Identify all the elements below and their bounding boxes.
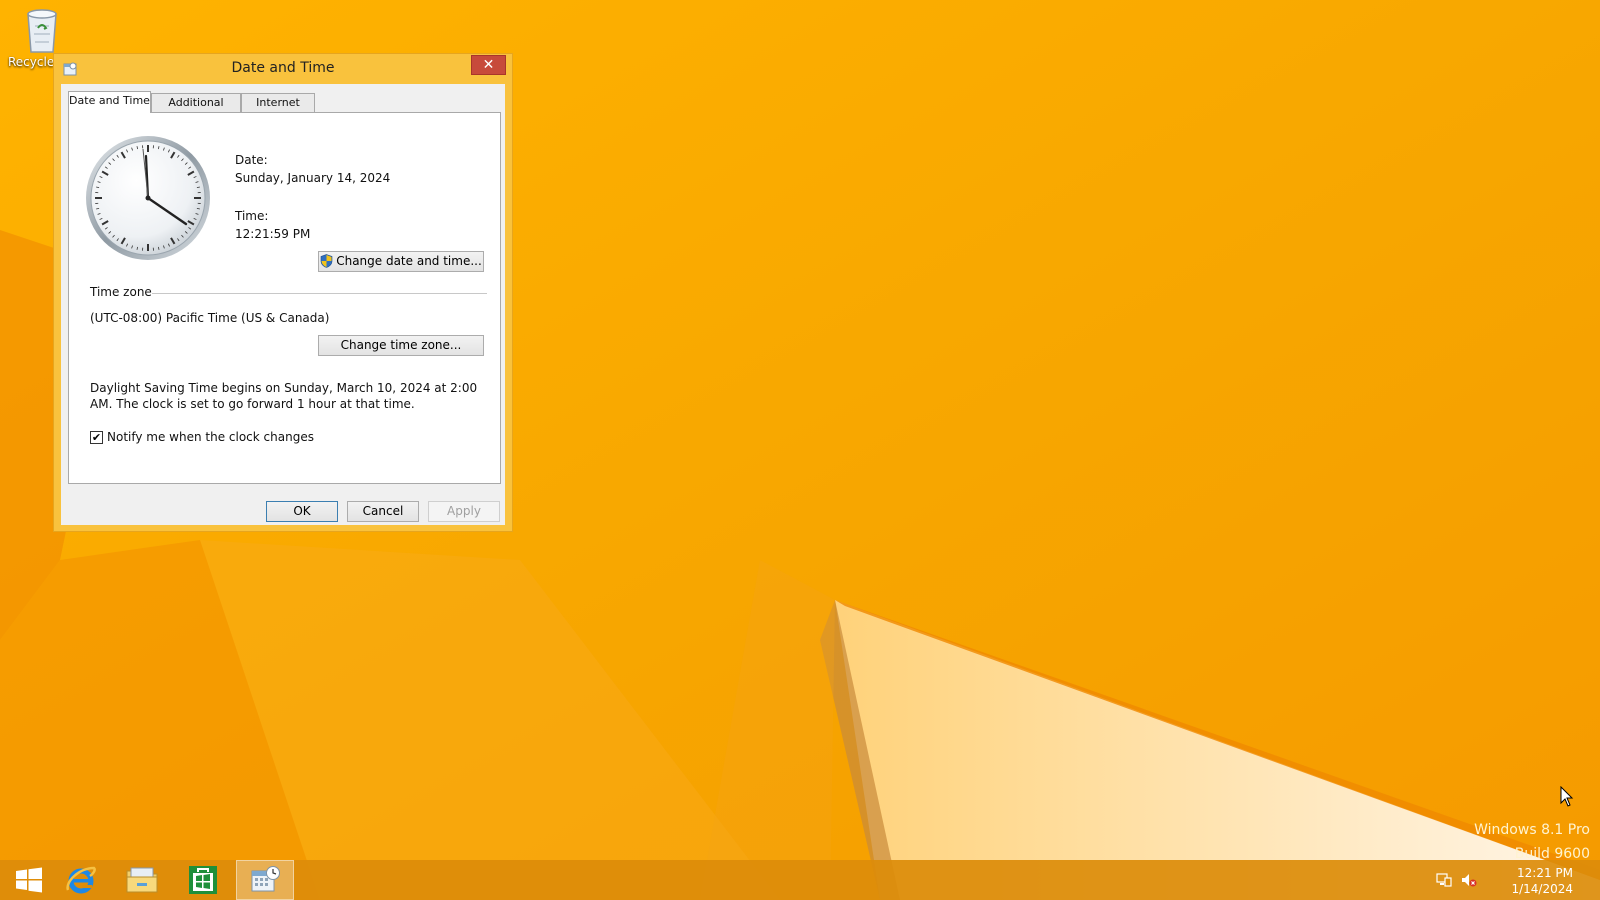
date-value: Sunday, January 14, 2024 [235, 171, 391, 185]
date-time-app-icon [251, 866, 280, 892]
analog-clock-icon [86, 136, 210, 260]
mouse-cursor-icon [1560, 786, 1574, 807]
date-label: Date: [235, 153, 268, 167]
cancel-button[interactable]: Cancel [347, 501, 419, 522]
tab-internet-time[interactable]: Internet Time [241, 93, 315, 127]
volume-muted-icon[interactable] [1461, 872, 1477, 888]
windows-watermark: Windows 8.1 Pro Build 9600 [1474, 818, 1590, 866]
timezone-value: (UTC-08:00) Pacific Time (US & Canada) [90, 311, 330, 325]
network-icon[interactable] [1436, 872, 1452, 888]
uac-shield-icon [320, 254, 333, 268]
taskbar-internet-explorer[interactable] [52, 860, 110, 900]
start-button[interactable] [0, 860, 58, 900]
file-explorer-icon [126, 867, 158, 893]
tray-date: 1/14/2024 [1511, 882, 1573, 896]
store-icon [189, 866, 217, 894]
tab-date-and-time[interactable]: Date and Time [68, 91, 151, 113]
tab-additional-clocks[interactable]: Additional Clocks [151, 93, 241, 127]
notify-checkbox-label[interactable]: Notify me when the clock changes [107, 430, 314, 444]
dialog-title: Date and Time [231, 60, 335, 76]
tray-time: 12:21 PM [1517, 866, 1573, 880]
notify-checkbox[interactable]: ✔ [90, 431, 103, 444]
close-button[interactable]: ✕ [471, 55, 506, 75]
taskbar-date-time[interactable] [236, 860, 294, 900]
ok-button[interactable]: OK [266, 501, 338, 522]
dialog-titlebar[interactable]: Date and Time ✕ [54, 54, 512, 84]
taskbar: 12:21 PM 1/14/2024 [0, 860, 1600, 900]
start-icon [16, 867, 42, 893]
change-timezone-button[interactable]: Change time zone... [318, 335, 484, 356]
change-date-time-button[interactable]: Change date and time... [318, 251, 484, 272]
time-label: Time: [235, 209, 269, 223]
timezone-heading: Time zone [90, 285, 152, 299]
dst-info-text: Daylight Saving Time begins on Sunday, M… [90, 381, 478, 411]
tab-panel-date-and-time: Date: Sunday, January 14, 2024 Time: 12:… [68, 112, 501, 484]
change-date-time-label: Change date and time... [336, 254, 482, 268]
apply-button[interactable]: Apply [428, 501, 500, 522]
time-value: 12:21:59 PM [235, 227, 311, 241]
taskbar-store[interactable] [174, 860, 232, 900]
timezone-divider [152, 293, 487, 294]
date-time-dialog: Date and Time ✕ Date and Time Additional… [53, 53, 513, 532]
internet-explorer-icon [66, 866, 96, 894]
dialog-client-area: Date and Time Additional Clocks Internet… [61, 84, 505, 525]
taskbar-file-explorer[interactable] [113, 860, 171, 900]
tray-clock[interactable]: 12:21 PM 1/14/2024 [1511, 865, 1573, 897]
watermark-edition: Windows 8.1 Pro [1474, 822, 1590, 838]
recycle-bin-icon [27, 9, 57, 53]
